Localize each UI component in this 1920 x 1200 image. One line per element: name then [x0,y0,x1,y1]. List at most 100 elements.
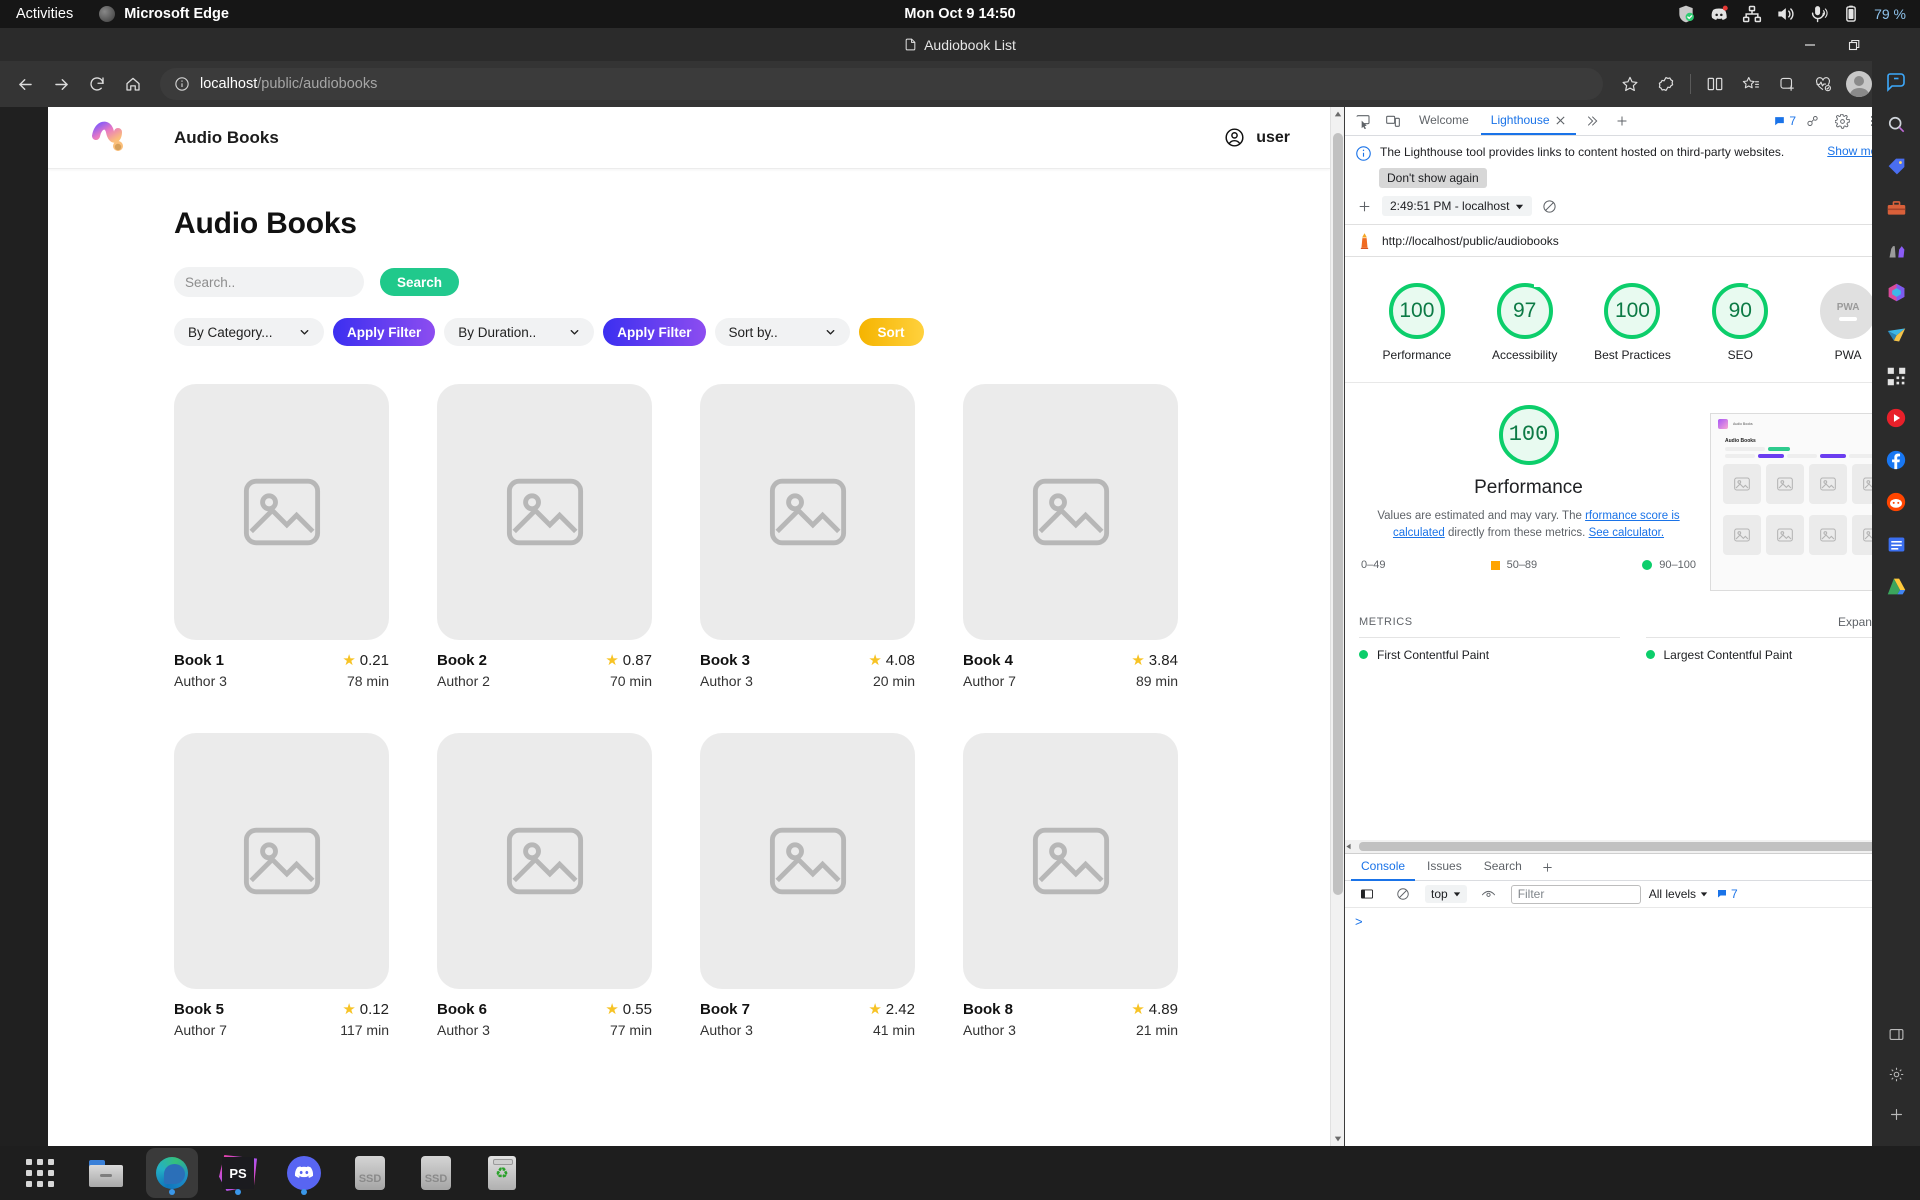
book-cover[interactable] [437,733,652,989]
outlook-icon[interactable] [1882,320,1910,348]
tools-icon[interactable] [1882,194,1910,222]
page-scroll-thumb[interactable] [1333,133,1343,895]
network-icon[interactable] [1742,4,1762,24]
address-bar[interactable]: localhost/public/audiobooks [160,68,1603,100]
device-toolbar-icon[interactable] [1379,108,1407,134]
taskbar-item-files[interactable] [80,1148,132,1198]
qr-icon[interactable] [1882,362,1910,390]
book-cover[interactable] [700,384,915,640]
taskbar-item-ssd-drive-1[interactable]: SSD [344,1148,396,1198]
search-box[interactable] [174,267,364,297]
squiggle-logo[interactable] [88,118,134,158]
devtools-share-icon[interactable] [1798,108,1826,134]
scroll-up-arrow[interactable] [1331,107,1344,121]
taskbar-item-ssd-drive-2[interactable]: SSD [410,1148,462,1198]
add-collection-icon[interactable] [1770,67,1804,101]
minimize-button[interactable] [1788,28,1832,61]
scroll-left-arrow[interactable] [1345,843,1358,850]
book-cover[interactable] [963,384,1178,640]
info-circle-icon[interactable] [174,76,190,92]
add-sidebar-icon[interactable] [1882,1100,1910,1128]
lighthouse-hscroll-thumb[interactable] [1359,842,1906,851]
profile-avatar[interactable] [1842,67,1876,101]
book-card[interactable]: Book 2 Author 2 ★ 0.87 70 min [437,384,652,689]
console-sidebar-icon[interactable] [1353,881,1381,907]
back-arrow-icon[interactable] [8,67,42,101]
youtube-icon[interactable] [1882,404,1910,432]
book-card[interactable]: Book 6 Author 3 ★ 0.55 77 min [437,733,652,1038]
console-issue-count[interactable]: 7 [1716,887,1738,901]
shopping-tag-icon[interactable] [1882,152,1910,180]
clear-console-icon[interactable] [1389,881,1417,907]
scroll-down-arrow[interactable] [1331,1132,1344,1146]
performance-icon[interactable] [1806,67,1840,101]
taskbar-item-phpstorm[interactable]: PS [212,1148,264,1198]
book-cover[interactable] [700,733,915,989]
user-menu[interactable]: user [1224,127,1290,148]
drive-icon[interactable] [1882,572,1910,600]
search-button[interactable]: Search [380,268,460,296]
notes-icon[interactable] [1882,530,1910,558]
collections-icon[interactable] [1649,67,1683,101]
live-expression-icon[interactable] [1475,881,1503,907]
duration-select[interactable]: By Duration.. [444,318,595,346]
lighthouse-gauge[interactable]: 97 Accessibility [1483,283,1567,364]
book-cover[interactable] [963,733,1178,989]
book-card[interactable]: Book 8 Author 3 ★ 4.89 21 min [963,733,1178,1038]
copilot-icon[interactable] [1882,68,1910,96]
microphone-icon[interactable] [1808,4,1828,24]
favorite-star-icon[interactable] [1613,67,1647,101]
shield-check-icon[interactable] [1676,4,1696,24]
facebook-icon[interactable] [1882,446,1910,474]
volume-icon[interactable] [1775,4,1795,24]
apply-duration-filter-button[interactable]: Apply Filter [603,318,706,346]
taskbar-item-microsoft-edge[interactable] [146,1148,198,1198]
category-select-wrap[interactable]: By Category... [174,318,324,346]
page-scrollbar[interactable] [1330,107,1344,1146]
console-levels-selector[interactable]: All levels [1649,887,1708,901]
clock[interactable]: Mon Oct 9 14:50 [0,6,1920,22]
drawer-add-tab-icon[interactable] [1534,854,1562,880]
lighthouse-horizontal-scrollbar[interactable] [1345,840,1920,853]
settings-gear-icon[interactable] [1828,108,1856,134]
drawer-tab-console[interactable]: Console [1351,853,1416,881]
category-select[interactable]: By Category... [174,318,324,346]
lighthouse-gauge[interactable]: 100 Performance [1375,283,1459,364]
battery-icon[interactable] [1841,4,1861,24]
metric-item[interactable]: First Contentful Paint [1359,648,1620,662]
inspect-icon[interactable] [1349,108,1377,134]
lighthouse-gauge[interactable]: 100 Best Practices [1590,283,1674,364]
book-cover[interactable] [174,733,389,989]
restore-button[interactable] [1832,28,1876,61]
drawer-tab-search[interactable]: Search [1474,853,1532,881]
taskbar-item-trash[interactable]: ♻ [476,1148,528,1198]
lighthouse-run-selector[interactable]: 2:49:51 PM - localhost [1382,196,1533,216]
forward-arrow-icon[interactable] [44,67,78,101]
add-panel-icon[interactable] [1608,108,1636,134]
focused-app-indicator[interactable]: Microsoft Edge [99,6,229,22]
taskbar-item-discord[interactable] [278,1148,330,1198]
console-output[interactable]: > [1345,908,1920,1146]
new-report-icon[interactable] [1357,199,1372,214]
sort-select-wrap[interactable]: Sort by.. [714,318,850,346]
office-icon[interactable] [1882,278,1910,306]
drawer-tab-issues[interactable]: Issues [1417,853,1472,881]
activities-button[interactable]: Activities [16,6,73,22]
apply-category-filter-button[interactable]: Apply Filter [333,318,436,346]
book-card[interactable]: Book 7 Author 3 ★ 2.42 41 min [700,733,915,1038]
metric-item[interactable]: Largest Contentful Paint [1645,648,1907,662]
book-cover[interactable] [174,384,389,640]
customize-sidebar-icon[interactable] [1882,1020,1910,1048]
search-icon[interactable] [1882,110,1910,138]
split-screen-icon[interactable] [1698,67,1732,101]
book-cover[interactable] [437,384,652,640]
games-icon[interactable] [1882,236,1910,264]
discord-tray-icon[interactable] [1709,4,1729,24]
favorites-list-icon[interactable] [1734,67,1768,101]
lighthouse-gauge[interactable]: 90 SEO [1698,283,1782,364]
see-calculator-link[interactable]: See calculator. [1589,527,1664,539]
close-tab-icon[interactable] [1555,115,1566,126]
issues-counter[interactable]: 7 [1773,114,1796,128]
devtools-tab-lighthouse[interactable]: Lighthouse [1480,107,1576,135]
book-card[interactable]: Book 4 Author 7 ★ 3.84 89 min [963,384,1178,689]
